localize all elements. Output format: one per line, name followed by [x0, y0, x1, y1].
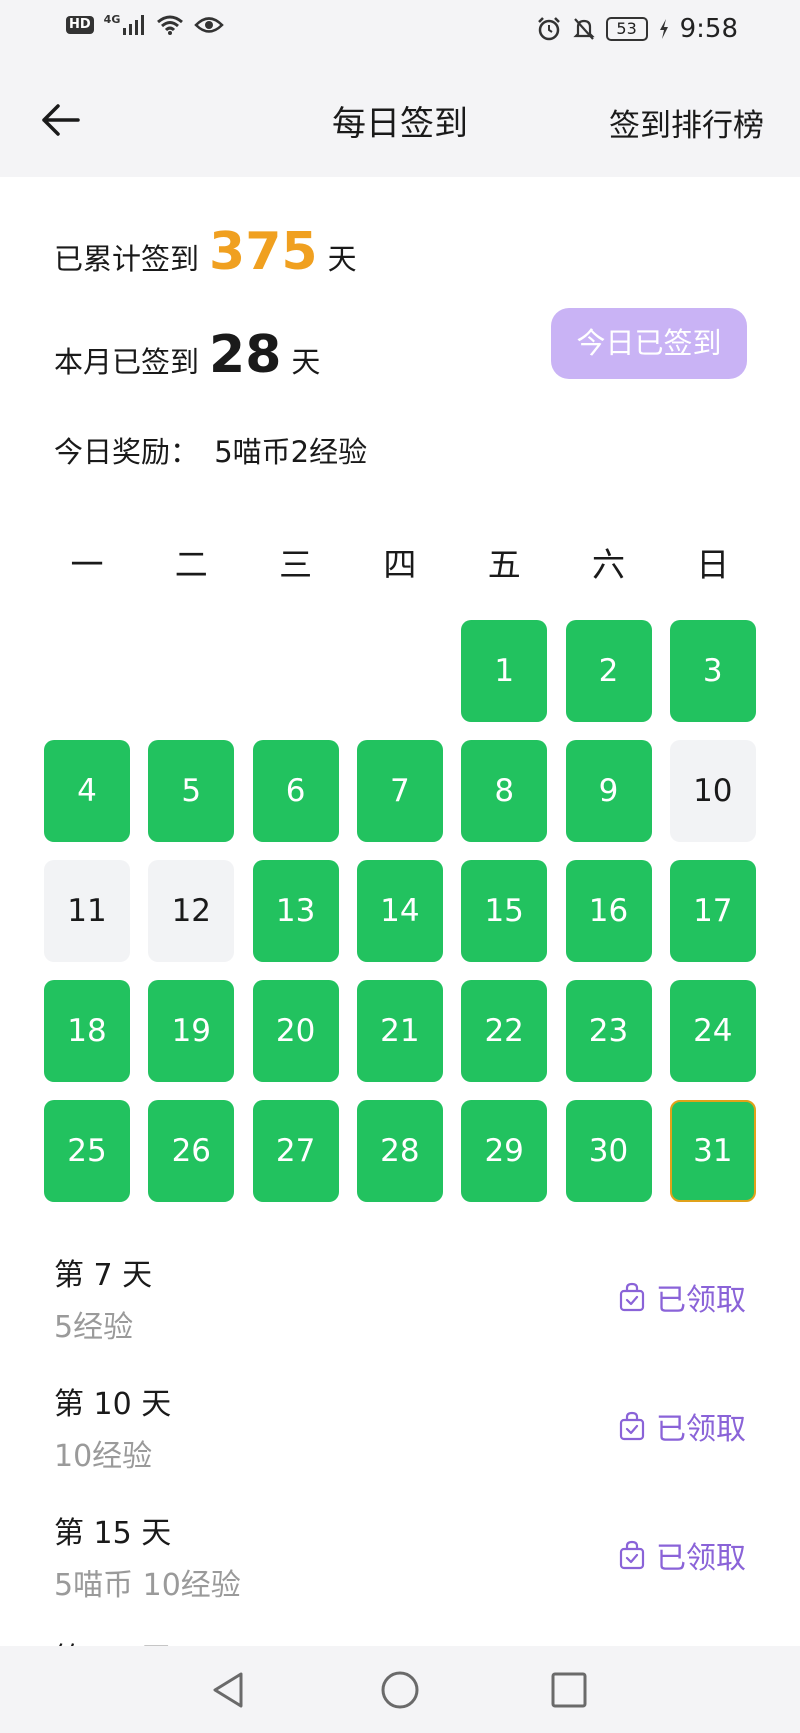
gift-bag-check-icon: [619, 1540, 645, 1570]
status-bar: HD 4G 53 9:58: [0, 0, 800, 62]
claimed-label: 已领取: [656, 1541, 746, 1576]
gift-bag-check-icon: [619, 1411, 645, 1441]
milestone-title: 第 15 天: [54, 1516, 172, 1551]
eye-icon: [194, 17, 225, 33]
claimed-label: 已领取: [656, 1283, 746, 1318]
calendar-day[interactable]: 14: [356, 860, 443, 962]
calendar-day[interactable]: 25: [44, 1100, 130, 1202]
calendar-day[interactable]: 19: [148, 980, 235, 1082]
calendar-day[interactable]: 23: [565, 980, 652, 1082]
month-suffix: 天: [291, 345, 321, 379]
milestone-reward-item: 第 7 天 5经验 已领取: [0, 1250, 800, 1360]
signal-icon: [123, 15, 145, 35]
status-left: HD 4G: [66, 12, 225, 36]
calendar-day[interactable]: 24: [669, 980, 756, 1082]
weekday-label: 日: [696, 545, 730, 584]
calendar-day[interactable]: 16: [565, 860, 652, 962]
system-nav-bar: [0, 1646, 800, 1733]
calendar-day[interactable]: 11: [44, 860, 130, 962]
claimed-label: 已领取: [656, 1412, 746, 1447]
month-days-value: 28: [209, 325, 282, 385]
milestone-reward-desc: 5喵币 10经验: [54, 1568, 241, 1603]
calendar-day[interactable]: 4: [44, 740, 130, 842]
weekday-label: 四: [383, 545, 417, 584]
weekday-label: 六: [592, 545, 625, 584]
gift-bag-check-icon: [619, 1282, 645, 1312]
weekday-header: 一二三四五六日: [44, 538, 756, 586]
calendar-day[interactable]: 13: [252, 860, 339, 962]
home-circle-icon[interactable]: [376, 1666, 424, 1714]
mute-bell-icon: [572, 18, 595, 40]
milestone-title: 第 7 天: [54, 1258, 153, 1293]
today-reward: 今日奖励： 5喵币2经验: [54, 429, 367, 471]
calendar-day[interactable]: 30: [565, 1100, 652, 1202]
calendar-day[interactable]: 21: [356, 980, 443, 1082]
calendar-day[interactable]: 28: [356, 1100, 443, 1202]
total-days-value: 375: [209, 222, 318, 282]
back-triangle-icon[interactable]: [205, 1666, 253, 1714]
claimed-status-button[interactable]: 已领取: [618, 1533, 746, 1577]
hd-icon: HD: [66, 16, 94, 34]
milestone-reward-desc: 10经验: [54, 1439, 153, 1474]
wifi-icon: [157, 15, 184, 35]
weekday-label: 五: [487, 545, 521, 584]
weekday-label: 三: [279, 545, 313, 584]
milestone-title: 第 10 天: [54, 1387, 172, 1422]
today-reward-label: 今日奖励：: [54, 435, 200, 469]
calendar-day[interactable]: 12: [148, 860, 235, 962]
calendar-day[interactable]: 17: [669, 860, 756, 962]
milestone-reward-item: 第 15 天 5喵币 10经验 已领取: [0, 1508, 800, 1618]
charging-icon: [659, 19, 668, 39]
checkin-calendar: 1 2 3 4 5 6 7 8 9 10 11 12 13 14 15 16 17 18 19 20 21 22 23 24 2…: [44, 620, 756, 1202]
calendar-day[interactable]: 6: [252, 740, 339, 842]
total-checkin-stat: 已累计签到 375 天: [54, 222, 357, 282]
calendar-day[interactable]: 3: [669, 620, 756, 722]
clock: 9:58: [679, 14, 738, 44]
calendar-day[interactable]: 8: [461, 740, 548, 842]
total-suffix: 天: [327, 242, 357, 276]
calendar-day[interactable]: 1: [461, 620, 548, 722]
calendar-day[interactable]: 20: [252, 980, 339, 1082]
calendar-day[interactable]: 27: [252, 1100, 339, 1202]
milestone-reward-desc: 5经验: [54, 1310, 134, 1345]
calendar-day-today[interactable]: 31: [669, 1100, 756, 1202]
top-app-bar: 每日签到 签到排行榜: [0, 62, 800, 177]
calendar-day[interactable]: 22: [461, 980, 548, 1082]
today-reward-value: 5喵币2经验: [214, 435, 368, 469]
claimed-status-button[interactable]: 已领取: [618, 1275, 746, 1319]
status-right: 53 9:58: [536, 14, 738, 44]
checked-in-today-button[interactable]: 今日已签到: [551, 308, 747, 379]
battery-icon: 53: [605, 17, 648, 41]
calendar-day[interactable]: 7: [356, 740, 443, 842]
recents-square-icon[interactable]: [545, 1666, 593, 1714]
calendar-day[interactable]: 5: [148, 740, 235, 842]
network-label: 4G: [103, 12, 121, 26]
total-prefix: 已累计签到: [54, 242, 200, 276]
claimed-status-button[interactable]: 已领取: [618, 1404, 746, 1448]
weekday-label: 一: [70, 545, 104, 584]
month-prefix: 本月已签到: [54, 345, 200, 379]
calendar-day[interactable]: 18: [44, 980, 130, 1082]
calendar-day[interactable]: 26: [148, 1100, 235, 1202]
weekday-label: 二: [174, 545, 208, 584]
calendar-day[interactable]: 10: [669, 740, 756, 842]
alarm-icon: [537, 17, 560, 41]
calendar-day[interactable]: 29: [461, 1100, 548, 1202]
leaderboard-link[interactable]: 签到排行榜: [609, 100, 764, 145]
calendar-day[interactable]: 2: [565, 620, 652, 722]
calendar-day[interactable]: 9: [565, 740, 652, 842]
calendar-day[interactable]: 15: [461, 860, 548, 962]
milestone-reward-item: 第 10 天 10经验 已领取: [0, 1379, 800, 1489]
month-checkin-stat: 本月已签到 28 天: [54, 325, 320, 385]
